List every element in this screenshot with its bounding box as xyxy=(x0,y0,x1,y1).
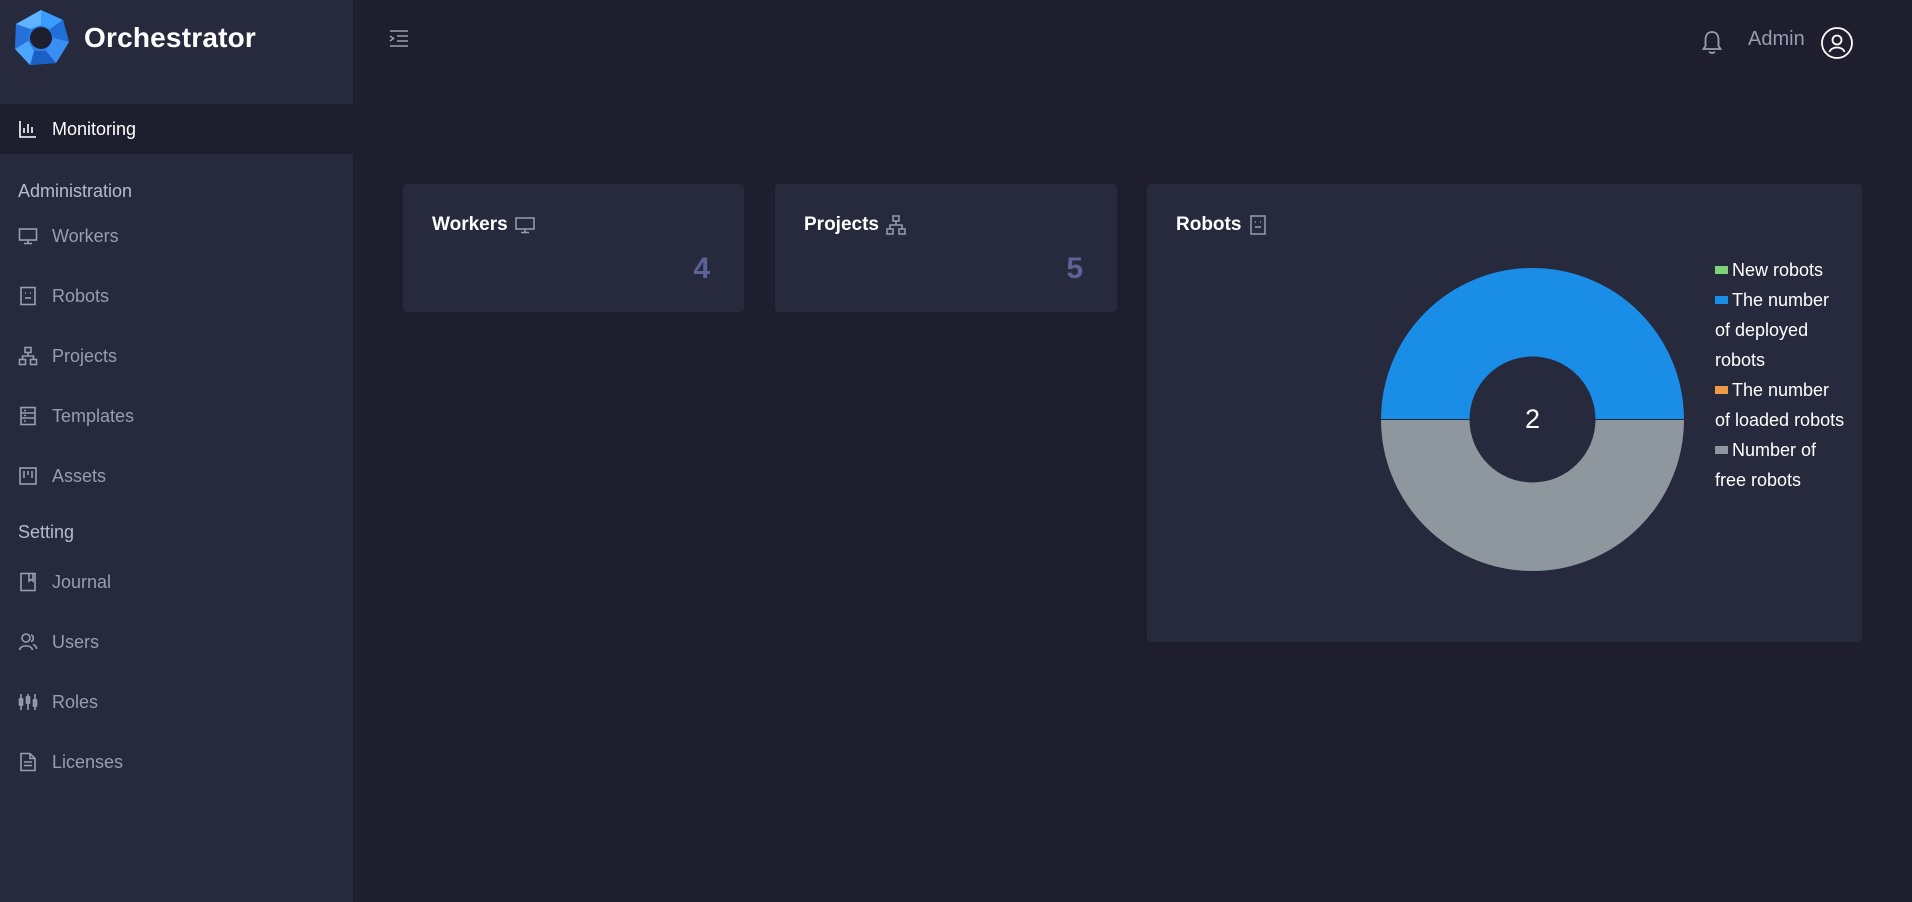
legend-swatch xyxy=(1715,446,1728,455)
sidebar-item-monitoring[interactable]: Monitoring xyxy=(0,104,353,154)
card-title: Workers xyxy=(432,214,536,236)
document-icon xyxy=(18,752,38,772)
projects-count: 5 xyxy=(1066,252,1083,285)
robot-icon xyxy=(18,286,38,306)
assets-icon xyxy=(18,466,38,486)
monitor-icon xyxy=(18,226,38,246)
legend-label: New robots xyxy=(1732,260,1824,280)
orchestrator-logo-icon xyxy=(15,10,69,65)
users-icon xyxy=(18,632,38,652)
projects-card[interactable]: Projects 5 xyxy=(775,184,1117,312)
sidebar-item-templates[interactable]: Templates xyxy=(0,386,353,446)
workers-card-title: Workers xyxy=(432,214,508,235)
sidebar-item-licenses[interactable]: Licenses xyxy=(0,732,353,792)
user-avatar-icon[interactable] xyxy=(1820,26,1854,60)
sidebar-item-robots[interactable]: Robots xyxy=(0,266,353,326)
legend-item[interactable]: The number of loaded robots xyxy=(1715,375,1845,435)
donut-center-value: 2 xyxy=(1525,404,1540,434)
section-title-setting: Setting xyxy=(18,521,75,542)
legend-swatch xyxy=(1715,266,1728,275)
legend-item[interactable]: New robots xyxy=(1715,255,1845,285)
sidebar-item-label: Monitoring xyxy=(52,118,137,139)
workers-count: 4 xyxy=(693,252,710,285)
brand[interactable]: Orchestrator xyxy=(0,0,353,76)
legend-label: The number of loaded robots xyxy=(1715,380,1845,430)
sidebar-item-label: Workers xyxy=(52,225,119,246)
legend-label: The number of deployed robots xyxy=(1715,290,1830,370)
card-title: Robots xyxy=(1176,214,1269,236)
sidebar-item-users[interactable]: Users xyxy=(0,612,353,672)
legend-swatch xyxy=(1715,386,1728,395)
menu-toggle-icon[interactable] xyxy=(388,28,410,50)
sidebar-item-workers[interactable]: Workers xyxy=(0,206,353,266)
bell-icon[interactable] xyxy=(1700,29,1724,55)
sidebar-item-label: Licenses xyxy=(52,751,124,772)
legend-item[interactable]: Number of free robots xyxy=(1715,435,1845,495)
workers-card[interactable]: Workers 4 xyxy=(403,184,744,312)
sidebar-item-label: Roles xyxy=(52,691,99,712)
legend-item[interactable]: The number of deployed robots xyxy=(1715,285,1845,375)
sidebar: Orchestrator Monitoring Administration W… xyxy=(0,0,353,902)
app-name: Orchestrator xyxy=(84,22,257,53)
sidebar-item-projects[interactable]: Projects xyxy=(0,326,353,386)
monitor-icon xyxy=(514,214,536,236)
sidebar-item-label: Users xyxy=(52,631,100,652)
robots-card-title: Robots xyxy=(1176,214,1242,235)
sidebar-item-label: Robots xyxy=(52,285,110,306)
sidebar-item-journal[interactable]: Journal xyxy=(0,552,353,612)
projects-card-title: Projects xyxy=(804,214,879,235)
robot-icon xyxy=(1247,214,1269,236)
book-icon xyxy=(18,572,38,592)
bar-chart-icon xyxy=(18,119,38,139)
roles-icon xyxy=(18,692,38,712)
template-icon xyxy=(18,406,38,426)
user-name[interactable]: Admin xyxy=(1748,28,1805,51)
sidebar-item-label: Projects xyxy=(52,345,118,366)
card-title: Projects xyxy=(804,214,907,236)
robots-donut-chart[interactable]: 2 xyxy=(1380,267,1685,572)
sidebar-item-label: Journal xyxy=(52,571,112,592)
hierarchy-icon xyxy=(18,346,38,366)
section-title-administration: Administration xyxy=(18,180,133,201)
legend-swatch xyxy=(1715,296,1728,305)
legend-label: Number of free robots xyxy=(1715,440,1817,490)
robots-chart-legend: New robots The number of deployed robots T… xyxy=(1715,255,1845,495)
sidebar-item-assets[interactable]: Assets xyxy=(0,446,353,506)
sidebar-item-roles[interactable]: Roles xyxy=(0,672,353,732)
sidebar-item-label: Assets xyxy=(52,465,107,486)
hierarchy-icon xyxy=(885,214,907,236)
sidebar-item-label: Templates xyxy=(52,405,135,426)
